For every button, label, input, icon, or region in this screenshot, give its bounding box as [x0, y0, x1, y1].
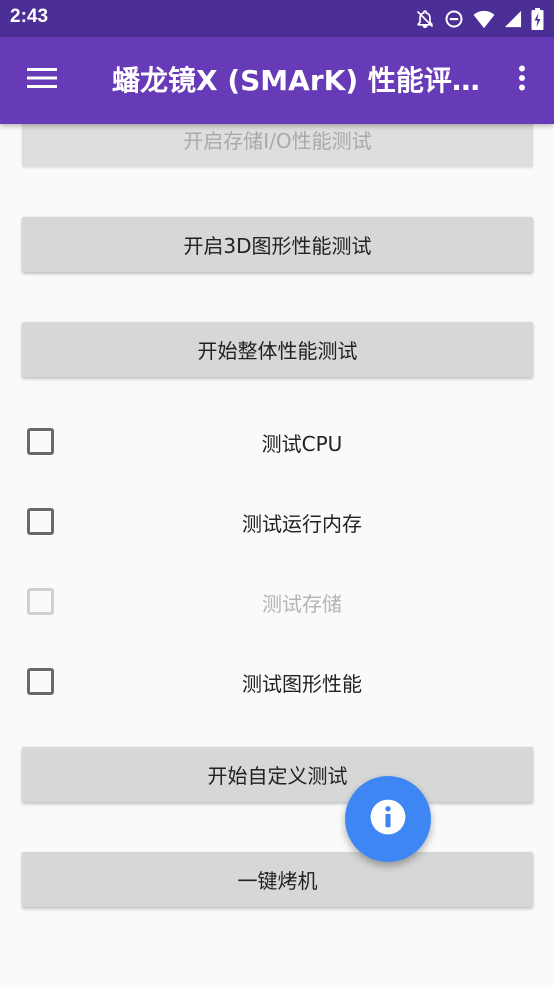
checkbox-label: 测试存储: [262, 591, 342, 616]
overall-test-button[interactable]: 开始整体性能测试: [22, 322, 533, 377]
menu-button[interactable]: [16, 56, 68, 104]
checkbox-row-memory[interactable]: 测试运行内存: [0, 494, 554, 550]
notifications-off-icon: [415, 9, 435, 29]
checkbox-label: 测试运行内存: [242, 511, 362, 536]
checkbox-row-storage: 测试存储: [0, 574, 554, 630]
graphics-3d-test-button[interactable]: 开启3D图形性能测试: [22, 217, 533, 272]
storage-checkbox: [27, 588, 54, 615]
status-time: 2:43: [10, 6, 49, 27]
status-icons: [415, 7, 544, 31]
graphics-checkbox[interactable]: [27, 668, 54, 695]
checkbox-label: 测试CPU: [261, 431, 343, 456]
test-options-list[interactable]: 开启存储I/O性能测试 开启3D图形性能测试 开始整体性能测试 测试CPU 测试…: [0, 124, 554, 985]
more-vert-icon: [518, 65, 526, 95]
hamburger-menu-icon: [27, 67, 57, 93]
app-bar: 蟠龙镜X (SMArK) 性能评…: [0, 37, 554, 124]
overflow-menu-button[interactable]: [502, 56, 542, 104]
checkbox-row-graphics[interactable]: 测试图形性能: [0, 654, 554, 710]
signal-icon: [504, 10, 522, 28]
storage-io-test-button: 开启存储I/O性能测试: [22, 124, 533, 167]
wifi-icon: [473, 9, 495, 29]
battery-charging-icon: [531, 8, 544, 30]
info-icon: [369, 798, 407, 840]
cpu-checkbox[interactable]: [27, 428, 54, 455]
checkbox-row-cpu[interactable]: 测试CPU: [0, 414, 554, 470]
app-title: 蟠龙镜X (SMArK) 性能评…: [112, 64, 480, 97]
info-fab[interactable]: [345, 776, 431, 862]
checkbox-label: 测试图形性能: [242, 671, 362, 696]
custom-test-button[interactable]: 开始自定义测试: [22, 747, 533, 802]
burn-in-button[interactable]: 一键烤机: [22, 852, 533, 907]
do-not-disturb-icon: [444, 9, 464, 29]
memory-checkbox[interactable]: [27, 508, 54, 535]
status-bar: 2:43: [0, 0, 554, 37]
